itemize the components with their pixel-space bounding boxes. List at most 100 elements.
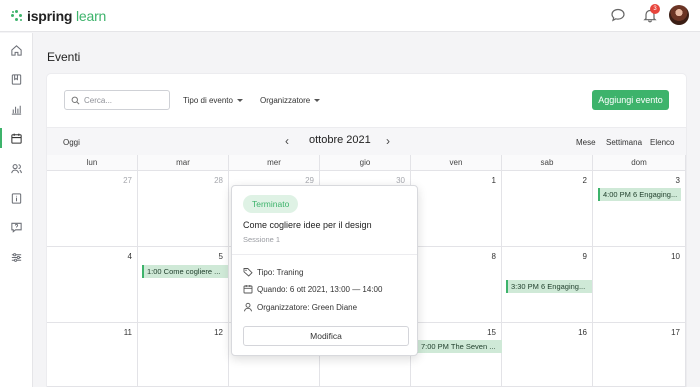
day-cell[interactable]: 16 bbox=[502, 323, 593, 387]
sidebar-item-events[interactable] bbox=[0, 126, 33, 150]
day-number: 5 bbox=[218, 252, 223, 261]
logo-text: ispring learn bbox=[27, 8, 107, 24]
calendar-toolbar: Oggi ‹ ottobre 2021 › Mese Settimana Ele… bbox=[47, 127, 686, 155]
day-number: 8 bbox=[491, 252, 496, 261]
chevron-left-icon[interactable]: ‹ bbox=[285, 135, 289, 147]
day-number: 16 bbox=[578, 328, 587, 337]
calendar-icon bbox=[243, 285, 253, 294]
ispring-learn-logo[interactable]: ispring learn bbox=[11, 8, 106, 24]
calendar-event[interactable]: 4:00 PM 6 Engaging... bbox=[598, 188, 681, 201]
top-bar: ispring learn 3 bbox=[0, 0, 700, 32]
settings-sliders-icon bbox=[11, 252, 22, 262]
search-icon bbox=[71, 96, 80, 105]
day-number: 9 bbox=[582, 252, 587, 261]
event-when-text: Quando: 6 ott 2021, 13:00 — 14:00 bbox=[257, 284, 383, 294]
month-label: ottobre 2021 bbox=[309, 134, 371, 146]
day-number: 1 bbox=[491, 176, 496, 185]
day-number: 2 bbox=[582, 176, 587, 185]
organizer-label: Organizzatore bbox=[260, 96, 311, 105]
event-type-text: Tipo: Traning bbox=[257, 267, 304, 277]
tag-icon bbox=[243, 268, 253, 277]
view-month-button[interactable]: Mese bbox=[576, 138, 596, 147]
sidebar-item-reports[interactable] bbox=[0, 97, 33, 121]
day-number: 4 bbox=[127, 252, 132, 261]
sidebar-item-settings[interactable] bbox=[0, 245, 33, 269]
event-organizer-row: Organizzatore: Green Diane bbox=[243, 302, 357, 312]
organizer-dropdown[interactable]: Organizzatore bbox=[260, 96, 321, 105]
weekday-header: dom bbox=[593, 155, 686, 171]
day-cell[interactable]: 1 bbox=[411, 171, 502, 247]
sidebar-item-home[interactable] bbox=[0, 38, 33, 62]
day-cell[interactable]: 3 4:00 PM 6 Engaging... bbox=[593, 171, 686, 247]
calendar-event[interactable]: 3:30 PM 6 Engaging... bbox=[506, 280, 592, 293]
sidebar bbox=[0, 33, 33, 387]
weekday-header: lun bbox=[47, 155, 138, 171]
chevron-down-icon bbox=[236, 99, 243, 102]
day-cell[interactable]: 9 3:30 PM 6 Engaging... bbox=[502, 247, 593, 323]
view-week-button[interactable]: Settimana bbox=[606, 138, 642, 147]
chat-icon[interactable] bbox=[610, 7, 626, 23]
calendar-event[interactable]: 1:00 Come cogliere ... bbox=[142, 265, 228, 278]
session-label: Sessione 1 bbox=[243, 235, 281, 244]
day-number: 17 bbox=[671, 328, 680, 337]
sidebar-item-info[interactable] bbox=[0, 186, 33, 210]
event-type-row: Tipo: Traning bbox=[243, 267, 303, 277]
calendar-icon bbox=[11, 133, 22, 144]
search-box[interactable] bbox=[64, 90, 170, 110]
day-cell[interactable]: 10 bbox=[593, 247, 686, 323]
day-cell[interactable]: 15 7:00 PM The Seven ... bbox=[411, 323, 502, 387]
logo-mark-icon bbox=[11, 10, 23, 22]
book-icon bbox=[11, 73, 22, 85]
notification-count-badge: 3 bbox=[650, 4, 660, 14]
day-cell[interactable]: 2 bbox=[502, 171, 593, 247]
sidebar-item-help[interactable] bbox=[0, 215, 33, 239]
day-cell[interactable]: 12 bbox=[138, 323, 229, 387]
day-number: 10 bbox=[671, 252, 680, 261]
bar-chart-icon bbox=[11, 105, 22, 115]
chevron-right-icon[interactable]: › bbox=[386, 135, 390, 147]
day-number: 29 bbox=[305, 176, 314, 185]
event-type-dropdown[interactable]: Tipo di evento bbox=[183, 96, 243, 105]
day-number: 30 bbox=[396, 176, 405, 185]
event-type-label: Tipo di evento bbox=[183, 96, 233, 105]
day-cell[interactable]: 11 bbox=[47, 323, 138, 387]
day-cell[interactable]: 27 bbox=[47, 171, 138, 247]
weekday-header: ven bbox=[411, 155, 502, 171]
weekday-header: mar bbox=[138, 155, 229, 171]
add-event-button[interactable]: Aggiungi evento bbox=[592, 90, 669, 110]
event-when-row: Quando: 6 ott 2021, 13:00 — 14:00 bbox=[243, 284, 382, 294]
event-title: Come cogliere idee per il design bbox=[243, 220, 372, 230]
user-avatar[interactable] bbox=[669, 5, 689, 25]
day-cell[interactable]: 8 bbox=[411, 247, 502, 323]
weekday-header: mer bbox=[229, 155, 320, 171]
person-icon bbox=[244, 302, 252, 312]
day-cell[interactable]: 4 bbox=[47, 247, 138, 323]
sidebar-item-users[interactable] bbox=[0, 156, 33, 180]
day-cell[interactable]: 17 bbox=[593, 323, 686, 387]
calendar-event[interactable]: 7:00 PM The Seven ... bbox=[416, 340, 502, 353]
page-title: Eventi bbox=[47, 50, 81, 64]
info-card-icon bbox=[11, 192, 22, 204]
event-organizer-text: Organizzatore: Green Diane bbox=[257, 302, 358, 312]
today-button[interactable]: Oggi bbox=[63, 138, 80, 147]
help-chat-icon bbox=[11, 222, 22, 233]
weekday-header: sab bbox=[502, 155, 593, 171]
day-cell[interactable]: 28 bbox=[138, 171, 229, 247]
day-number: 27 bbox=[123, 176, 132, 185]
chevron-down-icon bbox=[314, 99, 321, 102]
edit-button[interactable]: Modifica bbox=[243, 326, 409, 346]
event-details-popover: Terminato Come cogliere idee per il desi… bbox=[231, 185, 418, 356]
day-number: 12 bbox=[214, 328, 223, 337]
day-number: 3 bbox=[675, 176, 680, 185]
weekday-header: gio bbox=[320, 155, 411, 171]
day-number: 28 bbox=[214, 176, 223, 185]
divider bbox=[232, 254, 417, 255]
users-icon bbox=[11, 163, 22, 173]
home-icon bbox=[11, 44, 22, 56]
search-input[interactable] bbox=[84, 94, 166, 107]
view-list-button[interactable]: Elenco bbox=[650, 138, 674, 147]
day-number: 11 bbox=[123, 328, 132, 337]
day-cell[interactable]: 5 1:00 Come cogliere ... bbox=[138, 247, 229, 323]
sidebar-item-courses[interactable] bbox=[0, 67, 33, 91]
day-number: 15 bbox=[487, 328, 496, 337]
